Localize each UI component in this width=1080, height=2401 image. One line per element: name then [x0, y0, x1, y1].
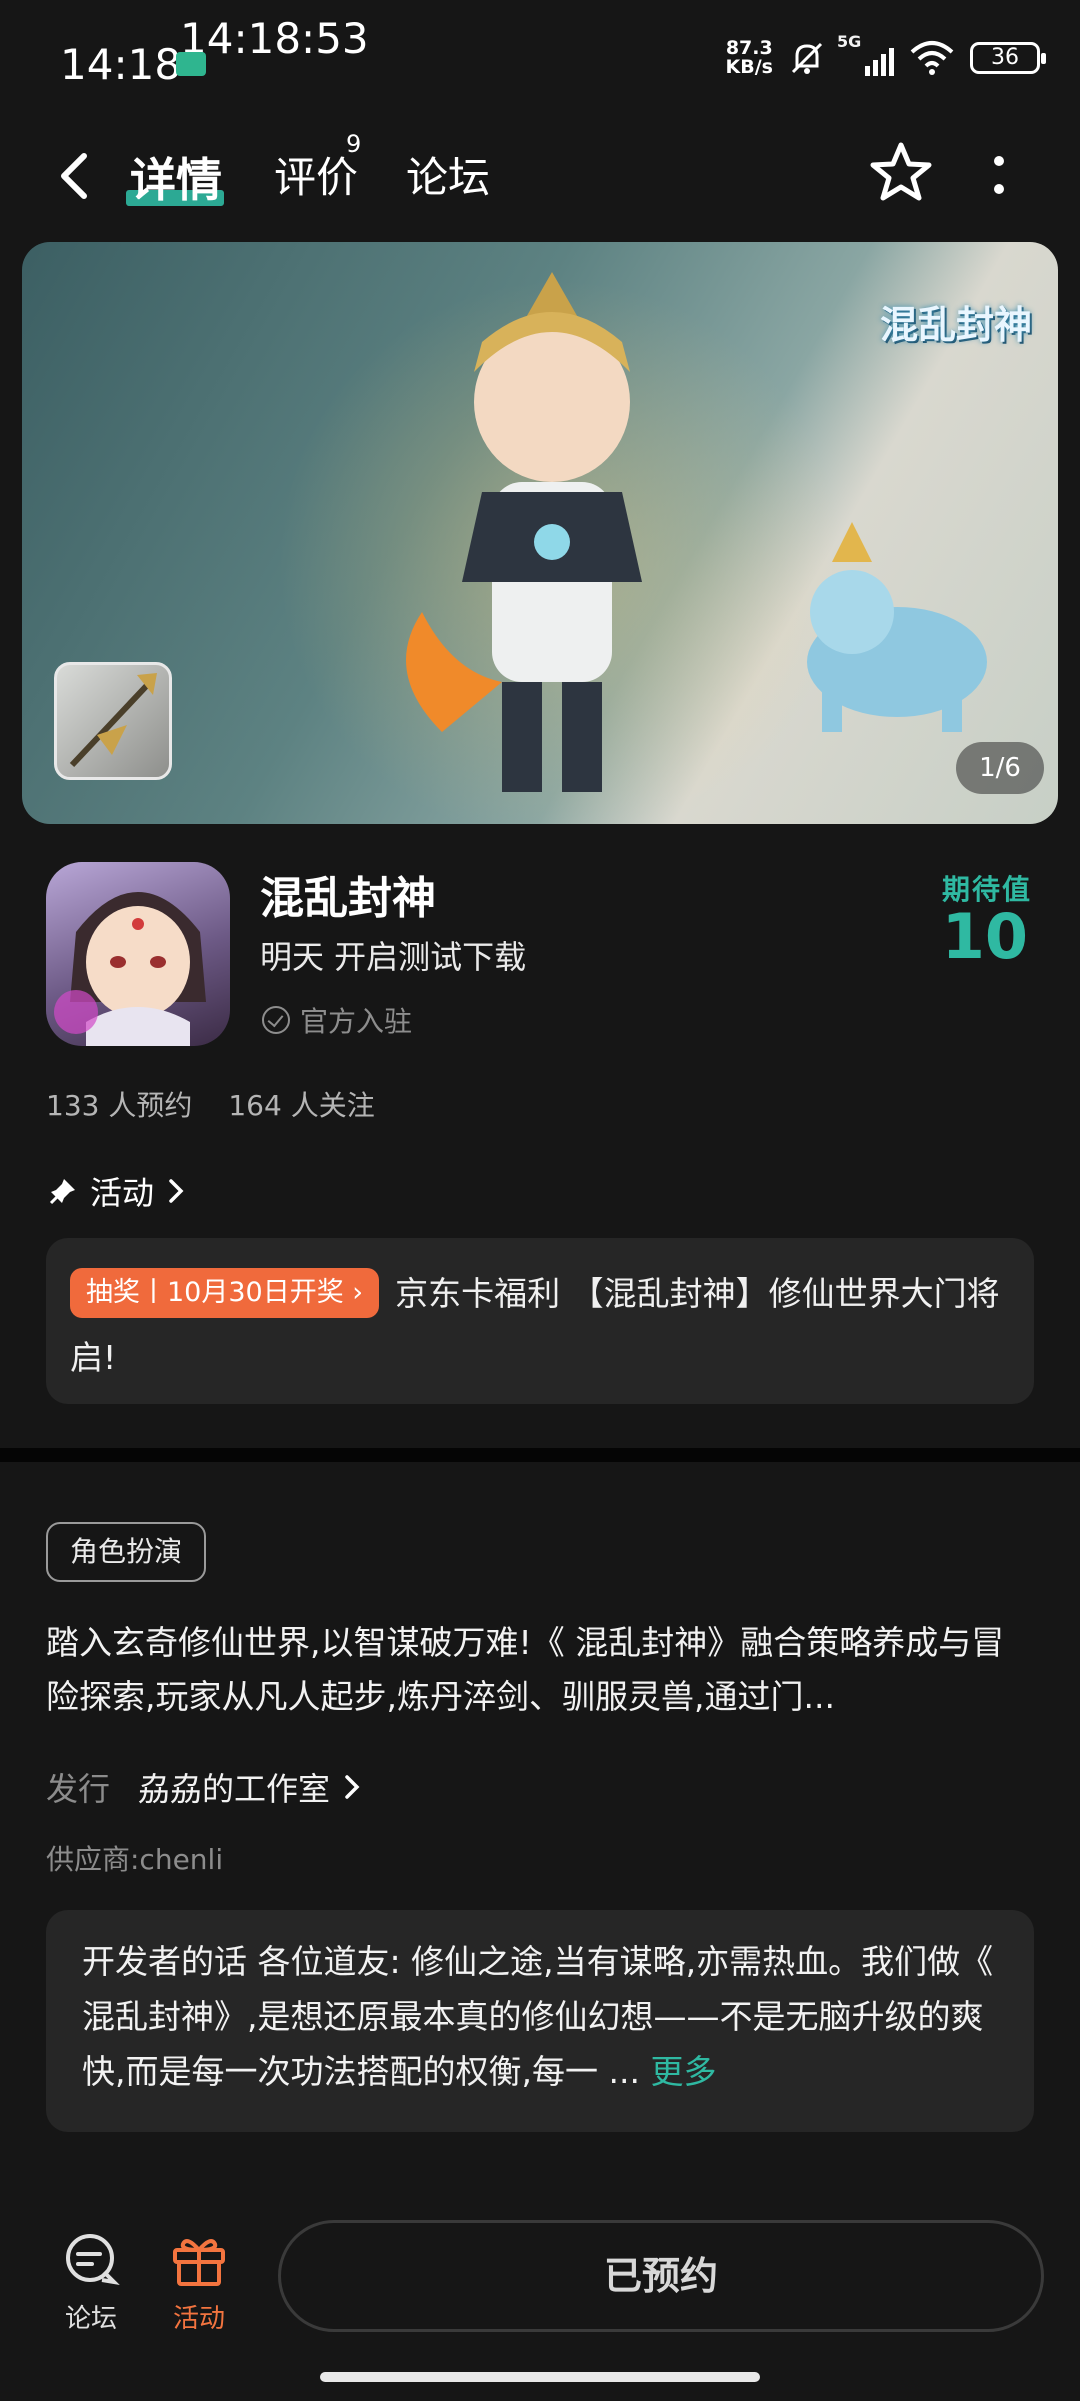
mute-bell-icon	[791, 42, 823, 74]
developer-words-card[interactable]: 开发者的话 各位道友: 修仙之途,当有谋略,亦需热血。我们做《 混乱封神》,是想…	[46, 1910, 1034, 2132]
gift-icon	[173, 2239, 225, 2286]
bottom-forum-label: 论坛	[64, 2304, 117, 2334]
more-link[interactable]: 更多	[650, 2052, 716, 2091]
back-arrow-icon[interactable]	[52, 148, 98, 204]
bottom-activity-label: 活动	[172, 2304, 225, 2334]
game-logo: 混乱封神	[879, 302, 1032, 347]
supplier-info: 供应商:chenli	[46, 1843, 224, 1876]
official-badge: 官方入驻	[262, 1000, 412, 1040]
status-clock-overlay: 14:18:53	[180, 14, 369, 63]
verified-check-icon	[262, 1006, 290, 1034]
activity-heading: 活动	[90, 1174, 155, 1212]
screenshot-carousel[interactable]: 混乱封神 1/6	[22, 242, 1058, 824]
network-speed: 87.3 KB/s	[725, 37, 773, 78]
activity-section-link[interactable]: 活动	[48, 1168, 186, 1214]
status-time: 14:18	[60, 40, 182, 89]
expect-value: 10	[941, 900, 1028, 973]
top-app-icon	[176, 52, 206, 76]
follower-count: 164 人关注	[228, 1089, 375, 1122]
pin-icon	[49, 1179, 75, 1205]
top-nav: 详情 评价 9 论坛	[0, 120, 1080, 230]
app-stats: 133 人预约 164 人关注	[46, 1084, 375, 1124]
status-bar: 14:18 14:18:53 87.3 KB/s 5G 36	[0, 0, 1080, 110]
publisher-name: 劦劦的工作室	[138, 1770, 331, 1808]
genre-tag[interactable]: 角色扮演	[46, 1522, 207, 1582]
tab-detail[interactable]: 详情	[130, 144, 222, 210]
bottom-activity-button[interactable]: 活动	[144, 2232, 254, 2335]
wifi-icon	[910, 41, 954, 75]
home-indicator[interactable]	[320, 2372, 760, 2382]
signal-icon: 5G	[837, 32, 894, 76]
forum-chat-icon	[66, 2234, 120, 2285]
carousel-counter: 1/6	[956, 742, 1044, 794]
lottery-tag[interactable]: 抽奖丨10月30日开奖 ›	[70, 1268, 380, 1318]
app-name: 混乱封神	[260, 873, 436, 924]
chevron-right-icon	[345, 1775, 360, 1799]
weapon-thumbnail[interactable]	[54, 662, 172, 780]
tab-forum[interactable]: 论坛	[406, 144, 490, 205]
chevron-right-icon	[169, 1179, 184, 1203]
app-release-status: 明天 开启测试下载	[260, 938, 527, 976]
developer-words-text: 开发者的话 各位道友: 修仙之途,当有谋略,亦需热血。我们做《 混乱封神》,是想…	[82, 1942, 994, 2091]
hero-character-art	[406, 272, 642, 792]
activity-card[interactable]: 抽奖丨10月30日开奖 › 京东卡福利 【混乱封神】修仙世界大门将启!	[46, 1238, 1034, 1404]
section-divider	[0, 1448, 1080, 1462]
bottom-forum-button[interactable]: 论坛	[36, 2232, 146, 2335]
reservation-count: 133 人预约	[46, 1089, 193, 1122]
review-count-badge: 9	[346, 130, 362, 158]
favorite-star-icon[interactable]	[868, 140, 934, 206]
app-icon	[46, 862, 230, 1046]
publisher-label: 发行	[46, 1770, 111, 1808]
publisher-row[interactable]: 发行 劦劦的工作室	[46, 1764, 362, 1810]
reserved-button[interactable]: 已预约	[278, 2220, 1044, 2332]
character-portrait-icon	[54, 892, 206, 1046]
spear-icon	[69, 673, 157, 768]
more-options-icon[interactable]	[984, 150, 1014, 200]
status-icons: 87.3 KB/s 5G 36	[725, 32, 1046, 78]
game-description[interactable]: 踏入玄奇修仙世界,以智谋破万难!《 混乱封神》融合策略养成与冒险探索,玩家从凡人…	[46, 1616, 1036, 1724]
spirit-beast-art	[807, 522, 987, 732]
battery-icon: 36	[970, 42, 1046, 74]
